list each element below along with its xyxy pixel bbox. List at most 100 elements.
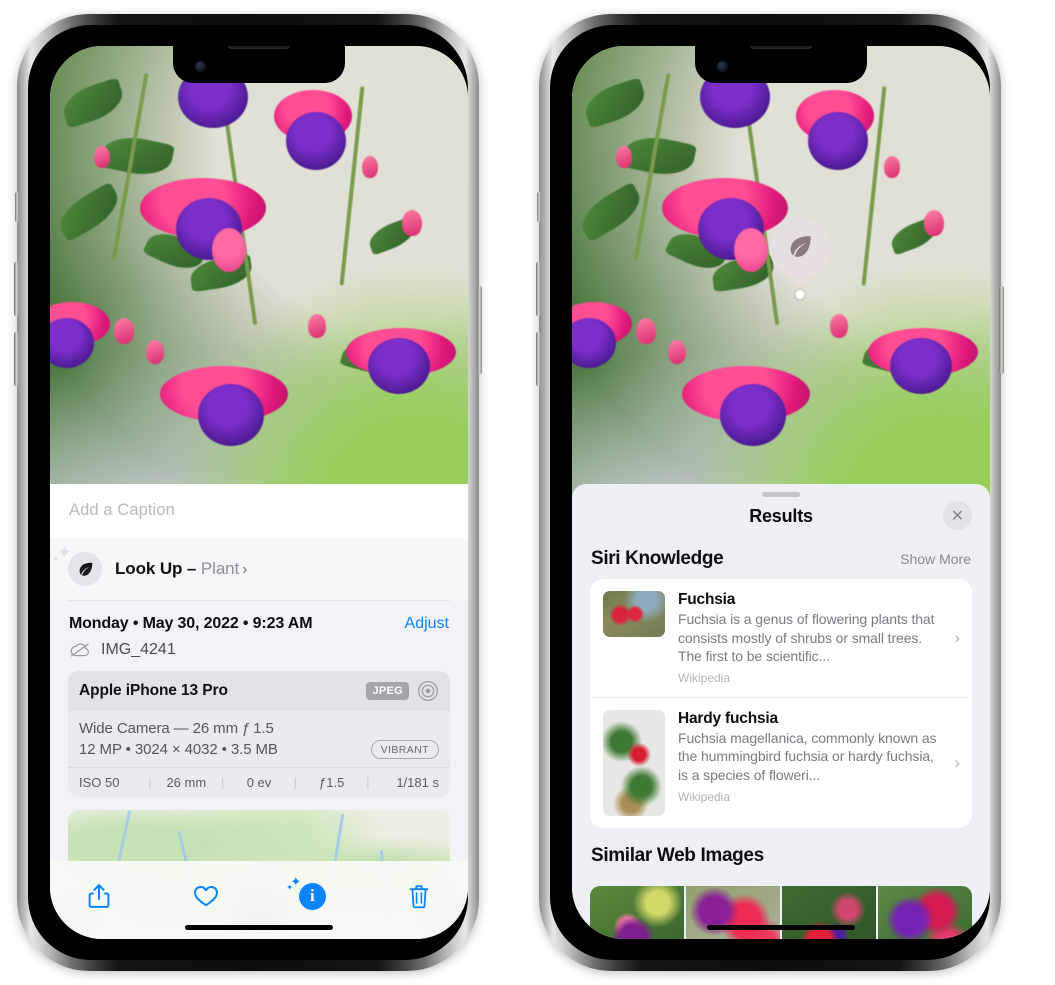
exif-card: Apple iPhone 13 Pro JPEG Wide Camera — 2… xyxy=(68,671,450,797)
size-line: 12 MP • 3024 × 4032 • 3.5 MB xyxy=(79,741,278,758)
web-image-thumbnail[interactable] xyxy=(782,885,876,939)
bud-shape xyxy=(616,146,632,168)
file-row: IMG_4241 xyxy=(50,639,468,671)
bud-shape xyxy=(146,340,164,364)
knowledge-source: Wikipedia xyxy=(678,670,731,685)
share-icon xyxy=(88,884,110,908)
phone-left: Add a Caption ✦ ✦ Look Up – Plant › Mond… xyxy=(14,14,482,971)
look-up-title: Look Up – xyxy=(115,559,201,578)
look-up-label: Look Up – Plant › xyxy=(115,559,247,579)
date-row: Monday • May 30, 2022 • 9:23 AM Adjust xyxy=(50,601,468,639)
knowledge-source: Wikipedia xyxy=(678,789,731,804)
knowledge-thumbnail xyxy=(603,591,665,637)
bud-shape xyxy=(114,318,134,344)
blossom-shape xyxy=(368,338,430,394)
notch-right xyxy=(695,46,867,83)
screen-left: Add a Caption ✦ ✦ Look Up – Plant › Mond… xyxy=(50,46,468,939)
heart-icon xyxy=(193,886,218,907)
phone-right: Results ✕ Siri Knowledge Show More Fuchs… xyxy=(536,14,1004,971)
look-up-row[interactable]: ✦ ✦ Look Up – Plant › xyxy=(50,538,468,600)
delete-button[interactable] xyxy=(396,875,442,917)
bud-shape xyxy=(94,146,110,168)
blossom-shape xyxy=(212,228,246,272)
knowledge-title: Hardy fuchsia xyxy=(678,709,778,727)
earpiece-speaker xyxy=(750,46,812,49)
front-camera xyxy=(717,61,728,72)
info-button[interactable]: ✦ ✦ i xyxy=(286,874,335,917)
web-image-thumbnail[interactable] xyxy=(878,885,972,939)
blossom-shape xyxy=(890,338,952,394)
exif-stat: ISO 50 xyxy=(79,775,120,790)
knowledge-thumbnail xyxy=(603,709,665,816)
close-icon[interactable]: ✕ xyxy=(943,501,972,530)
bud-shape xyxy=(884,156,900,178)
knowledge-title: Fuchsia xyxy=(678,591,736,608)
knowledge-description: Fuchsia magellanica, commonly known as t… xyxy=(678,729,937,784)
leaf-icon xyxy=(790,236,811,257)
sparkle-icon: ✦ ✦ xyxy=(286,874,302,892)
similar-web-images-grid xyxy=(572,885,990,939)
sparkle-icon: ✦ ✦ xyxy=(52,543,72,564)
home-indicator[interactable] xyxy=(707,925,855,930)
mute-switch[interactable] xyxy=(537,192,541,222)
web-image-thumbnail[interactable] xyxy=(590,885,684,939)
share-button[interactable] xyxy=(76,875,122,917)
adjust-button[interactable]: Adjust xyxy=(405,615,449,633)
bud-shape xyxy=(924,210,944,236)
badge-anchor-dot xyxy=(795,290,805,299)
bud-shape xyxy=(308,314,326,338)
section-title: Siri Knowledge xyxy=(591,548,724,569)
style-badge: VIBRANT xyxy=(370,740,439,759)
screen-right: Results ✕ Siri Knowledge Show More Fuchs… xyxy=(572,46,990,939)
screenshot-stage: Add a Caption ✦ ✦ Look Up – Plant › Mond… xyxy=(0,0,1055,985)
show-more-button[interactable]: Show More xyxy=(900,551,971,567)
exif-header: Apple iPhone 13 Pro JPEG xyxy=(68,671,450,711)
knowledge-description: Fuchsia is a genus of flowering plants t… xyxy=(678,611,935,665)
exif-stat: 26 mm xyxy=(166,775,207,790)
caption-field[interactable]: Add a Caption xyxy=(50,484,468,538)
photo-info-sheet: Add a Caption ✦ ✦ Look Up – Plant › Mond… xyxy=(50,484,468,939)
look-up-subject: Plant xyxy=(200,559,240,578)
section-title: Similar Web Images xyxy=(591,844,764,866)
chevron-right-icon: › xyxy=(954,752,960,772)
format-badge: JPEG xyxy=(366,682,409,700)
trash-icon xyxy=(409,884,429,908)
lens-icon[interactable] xyxy=(417,680,439,702)
notch-left xyxy=(173,46,345,83)
device-name: Apple iPhone 13 Pro xyxy=(79,682,228,699)
mute-switch[interactable] xyxy=(15,192,19,222)
blossom-shape xyxy=(286,112,346,170)
exif-stat: ƒ1.5 xyxy=(319,775,345,790)
siri-knowledge-card: Fuchsia Fuchsia is a genus of flowering … xyxy=(590,579,972,828)
front-camera xyxy=(195,61,206,72)
volume-up-button[interactable] xyxy=(14,262,19,316)
bud-shape xyxy=(402,210,422,236)
exif-body: Wide Camera — 26 mm ƒ 1.5 12 MP • 3024 ×… xyxy=(68,711,450,767)
chevron-right-icon: › xyxy=(242,561,248,578)
volume-down-button[interactable] xyxy=(14,332,19,386)
results-sheet: Results ✕ Siri Knowledge Show More Fuchs… xyxy=(572,484,990,939)
info-badge: i xyxy=(298,882,326,910)
bud-shape xyxy=(362,156,378,178)
favorite-button[interactable] xyxy=(183,875,229,917)
earpiece-speaker xyxy=(228,46,290,49)
power-button[interactable] xyxy=(999,286,1004,374)
volume-down-button[interactable] xyxy=(536,332,541,386)
web-image-thumbnail[interactable] xyxy=(686,885,780,939)
file-name: IMG_4241 xyxy=(101,641,176,658)
volume-up-button[interactable] xyxy=(536,262,541,316)
bud-shape xyxy=(668,340,686,364)
knowledge-row[interactable]: Hardy fuchsia Fuchsia magellanica, commo… xyxy=(590,696,972,828)
chevron-right-icon: › xyxy=(954,627,960,647)
blossom-shape xyxy=(734,228,768,272)
bud-shape xyxy=(830,314,848,338)
look-up-badge[interactable] xyxy=(769,216,831,299)
photo-date: Monday • May 30, 2022 • 9:23 AM xyxy=(69,615,313,632)
leaf-icon: ✦ ✦ xyxy=(52,544,102,586)
home-indicator[interactable] xyxy=(185,925,333,930)
knowledge-row[interactable]: Fuchsia Fuchsia is a genus of flowering … xyxy=(590,579,972,697)
blossom-shape xyxy=(720,384,786,446)
phone-bezel-left: Add a Caption ✦ ✦ Look Up – Plant › Mond… xyxy=(28,25,468,960)
cloud-slash-icon xyxy=(70,643,89,657)
power-button[interactable] xyxy=(477,286,482,374)
